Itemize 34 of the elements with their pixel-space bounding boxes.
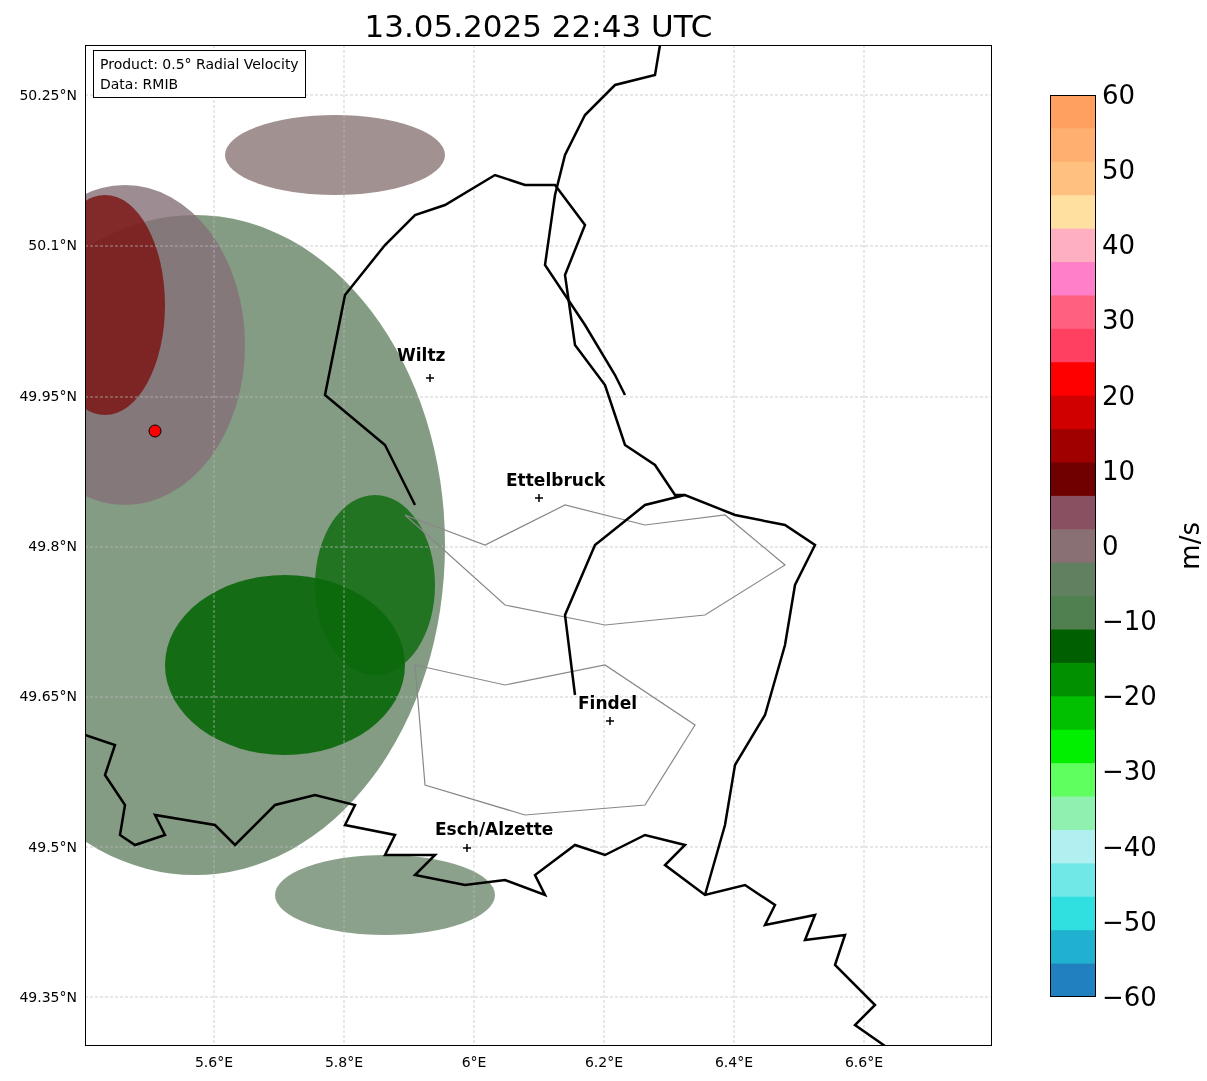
colorbar-tick-label: 10	[1102, 457, 1136, 484]
longitude-tick-label: 6.2°E	[584, 1054, 624, 1072]
longitude-tick-label: 6.4°E	[714, 1054, 754, 1072]
colorbar-tick-label: −40	[1102, 833, 1157, 860]
latitude-tick-label: 49.35°N	[19, 988, 78, 1005]
colorbar-tick-label: 40	[1102, 232, 1136, 259]
colorbar-tick-label: −30	[1102, 758, 1157, 785]
longitude-tick-label: 5.8°E	[324, 1054, 364, 1072]
colorbar-tick-label: −60	[1102, 983, 1157, 1010]
legend-text: Data: RMIB	[100, 75, 180, 94]
colorbar-tick-label: 50	[1102, 157, 1136, 184]
colorbar-tick-label: 20	[1102, 382, 1136, 409]
latitude-tick-label: 49.95°N	[19, 387, 78, 404]
latitude-tick-label: 50.1°N	[28, 237, 78, 254]
longitude-tick-label: 6°E	[461, 1054, 487, 1072]
latitude-tick-label: 49.5°N	[28, 838, 78, 855]
place-label: Findel	[578, 693, 638, 713]
longitude-tick-label: 5.6°E	[194, 1054, 234, 1072]
colorbar-tick-label: 60	[1102, 82, 1136, 108]
chart-title: 13.05.2025 22:43 UTC	[363, 7, 714, 45]
longitude-tick-label: 6.6°E	[844, 1054, 884, 1072]
latitude-tick-label: 49.8°N	[28, 538, 78, 554]
latitude-tick-label: 50.25°N	[19, 87, 78, 103]
colorbar-tick-label: −10	[1102, 608, 1157, 635]
place-label: Ettelbruck	[506, 470, 606, 490]
colorbar-tick-label: 0	[1102, 532, 1119, 559]
colorbar-tick-label: −20	[1102, 683, 1157, 710]
place-label: Wiltz	[397, 345, 446, 365]
colorbar-label: m/s	[1174, 522, 1205, 570]
place-label: Esch/Alzette	[435, 819, 554, 839]
colorbar-tick-label: 30	[1102, 307, 1136, 334]
legend-text: Product: 0.5° Radial Velocity	[100, 55, 299, 74]
colorbar-tick-label: −50	[1102, 908, 1157, 935]
latitude-tick-label: 49.65°N	[19, 688, 78, 705]
